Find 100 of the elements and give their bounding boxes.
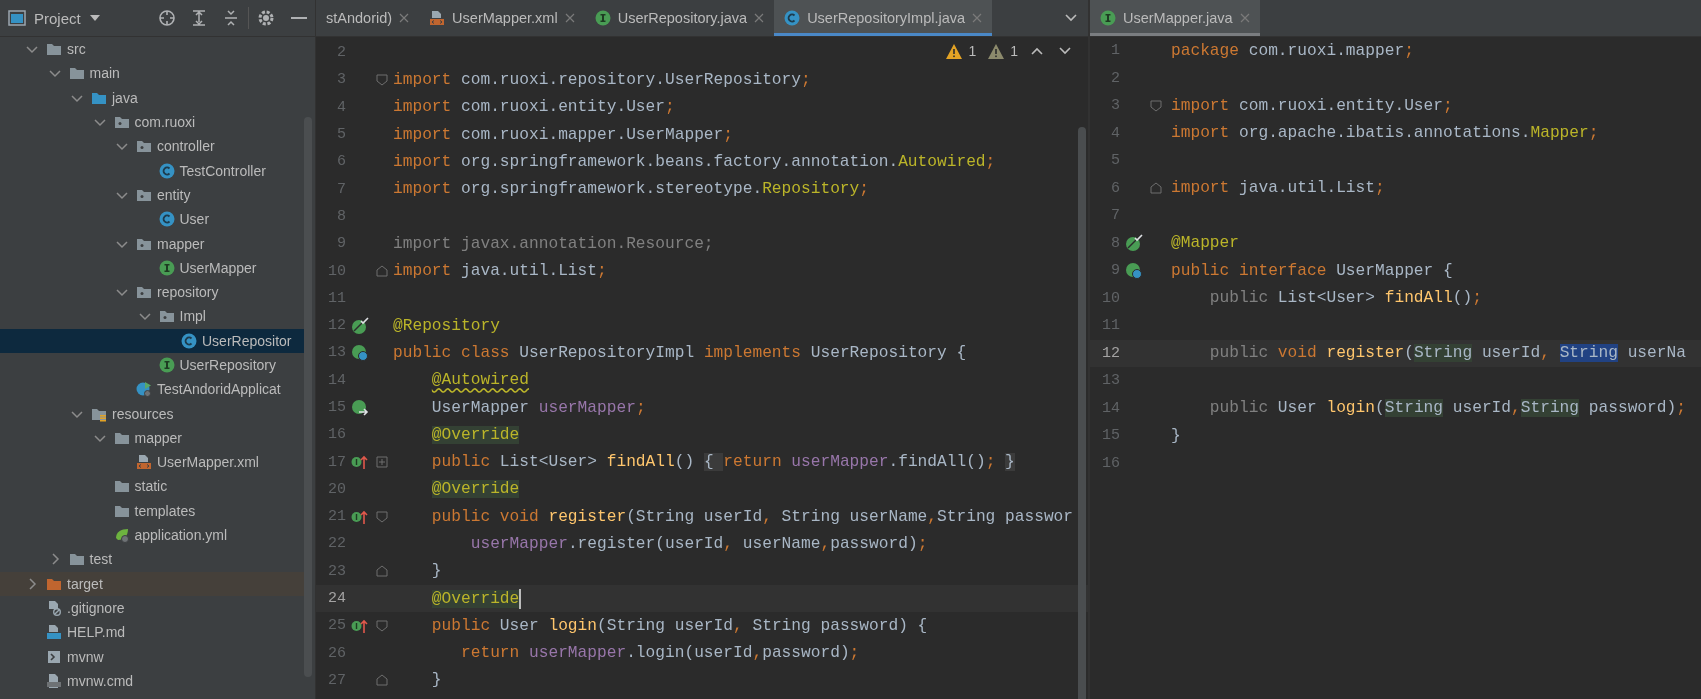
tree-item[interactable]: java <box>0 85 304 110</box>
fold-marker-icon[interactable] <box>376 619 388 632</box>
line-number: 14 <box>327 371 346 389</box>
editor-tab[interactable]: UserRepository.java <box>584 0 775 36</box>
tree-item-label: java <box>112 89 138 106</box>
tree-item[interactable]: target <box>0 571 304 596</box>
leaf-file-icon <box>113 527 130 544</box>
tree-item[interactable]: UserMapper <box>0 255 304 280</box>
folder-icon <box>46 41 62 58</box>
line-number: 11 <box>327 289 346 307</box>
close-icon[interactable] <box>972 13 983 23</box>
fold-marker-icon[interactable] <box>376 73 388 86</box>
crosshair-icon[interactable] <box>158 9 176 27</box>
warning-count[interactable]: 1 <box>968 43 977 59</box>
tree-item-label: mvnw.cmd <box>67 672 134 689</box>
tree-item[interactable]: application.yml <box>0 522 304 548</box>
code-line: public User login(String userId, String password) { <box>430 616 928 635</box>
tree-item-label: TestController <box>179 162 266 179</box>
line-number: 7 <box>336 180 346 198</box>
close-icon[interactable] <box>399 13 410 23</box>
tree-item[interactable]: resources <box>0 401 304 426</box>
tree-item[interactable]: TestAndoridApplicat <box>0 377 304 402</box>
scrollbar[interactable] <box>1078 127 1086 699</box>
tree-item[interactable]: UserRepository <box>0 352 304 378</box>
close-icon[interactable] <box>754 13 765 23</box>
fold-marker-icon[interactable] <box>1150 99 1162 112</box>
override-marker-icon[interactable] <box>351 617 369 634</box>
warning-count[interactable]: 1 <box>1010 43 1018 59</box>
tree-item[interactable]: User <box>0 207 304 232</box>
tree-item[interactable]: static <box>0 474 304 499</box>
editor-tab[interactable]: stAndorid) <box>316 0 420 36</box>
code-line: public class UserRepositoryImpl implements UserRepository { <box>393 343 967 362</box>
line-number: 14 <box>1101 399 1120 417</box>
tree-item-label: com.ruoxi <box>134 114 196 131</box>
code-line: public interface UserMapper { <box>1171 261 1453 280</box>
tree-item[interactable]: .gitignore <box>0 595 304 621</box>
code-line: import com.ruoxi.repository.UserRepository; <box>393 70 811 89</box>
tree-item[interactable]: src <box>0 37 304 62</box>
expand-all-icon[interactable] <box>190 9 208 27</box>
fold-marker-icon[interactable] <box>1150 182 1162 195</box>
tree-item[interactable]: mvnw <box>0 644 304 669</box>
tree-item[interactable]: TestController <box>0 158 304 183</box>
line-number: 6 <box>1110 179 1120 197</box>
ignore-file-icon <box>46 599 62 616</box>
leaf-circle-icon[interactable] <box>351 343 369 362</box>
leaf-circle-icon[interactable] <box>1125 261 1143 280</box>
tree-item-label: Impl <box>179 308 206 325</box>
fold-marker-icon[interactable] <box>376 510 388 523</box>
tree-item[interactable]: repository <box>0 279 304 305</box>
interface-icon <box>594 10 611 26</box>
tree-item[interactable]: mvnw.cmd <box>0 668 304 693</box>
package-folder-icon <box>158 308 175 325</box>
fold-marker-icon[interactable] <box>376 674 388 687</box>
line-number: 25 <box>327 617 346 635</box>
tree-item[interactable]: mapper <box>0 425 304 451</box>
xml-file-icon <box>429 10 446 26</box>
tree-item[interactable]: Impl <box>0 304 304 329</box>
tree-item[interactable]: templates <box>0 498 304 523</box>
project-window-icon[interactable] <box>8 10 26 26</box>
collapse-all-icon[interactable] <box>222 9 240 27</box>
tree-item[interactable]: UserRepositor <box>0 328 304 353</box>
tree-item[interactable]: entity <box>0 182 304 208</box>
editor-tab[interactable]: UserMapper.xml <box>419 0 585 36</box>
tree-item[interactable]: main <box>0 61 304 86</box>
line-number: 27 <box>327 671 346 689</box>
scrollbar[interactable] <box>304 117 312 677</box>
code-line: package com.ruoxi.mapper; <box>1171 41 1414 60</box>
warning-icon[interactable] <box>946 43 963 59</box>
code-line: @Autowired <box>430 371 529 390</box>
editor-tab[interactable]: UserRepositoryImpl.java <box>774 0 993 36</box>
fold-marker-icon[interactable] <box>376 565 388 578</box>
settings-icon[interactable] <box>257 9 275 27</box>
close-icon[interactable] <box>1239 13 1250 23</box>
editor-tab[interactable]: UserMapper.java <box>1090 0 1260 36</box>
line-number: 4 <box>1110 124 1120 142</box>
tree-item[interactable]: com.ruoxi <box>0 109 304 135</box>
line-number: 2 <box>1110 69 1120 87</box>
override-marker-icon[interactable] <box>351 454 369 471</box>
fold-marker-icon[interactable] <box>376 265 388 277</box>
tree-item[interactable]: controller <box>0 134 304 159</box>
line-number: 10 <box>327 262 346 280</box>
panel-title[interactable]: Project <box>34 9 81 27</box>
tree-item-label: target <box>67 575 103 592</box>
code-line: import java.util.List; <box>393 262 607 280</box>
warning-icon[interactable] <box>988 43 1005 59</box>
tree-item-label: UserRepositor <box>202 332 292 349</box>
code-line: import org.springframework.stereotype.Repository; <box>393 180 870 199</box>
tree-item[interactable]: HELP.md <box>0 620 304 645</box>
leaf-check-icon[interactable] <box>351 316 369 335</box>
class-icon <box>784 10 801 26</box>
leaf-check-icon[interactable] <box>1125 234 1143 253</box>
tree-item[interactable]: UserMapper.xml <box>0 450 304 475</box>
close-icon[interactable] <box>564 13 575 23</box>
minimize-icon[interactable] <box>291 16 307 20</box>
expand-marker-icon[interactable] <box>376 456 388 469</box>
tree-item[interactable]: mapper <box>0 231 304 256</box>
override-marker-icon[interactable] <box>351 508 369 525</box>
dropdown-caret-icon[interactable] <box>88 14 101 22</box>
tree-item[interactable]: test <box>0 547 304 572</box>
code-line: userMapper.register(userId, userName,password); <box>469 535 928 553</box>
